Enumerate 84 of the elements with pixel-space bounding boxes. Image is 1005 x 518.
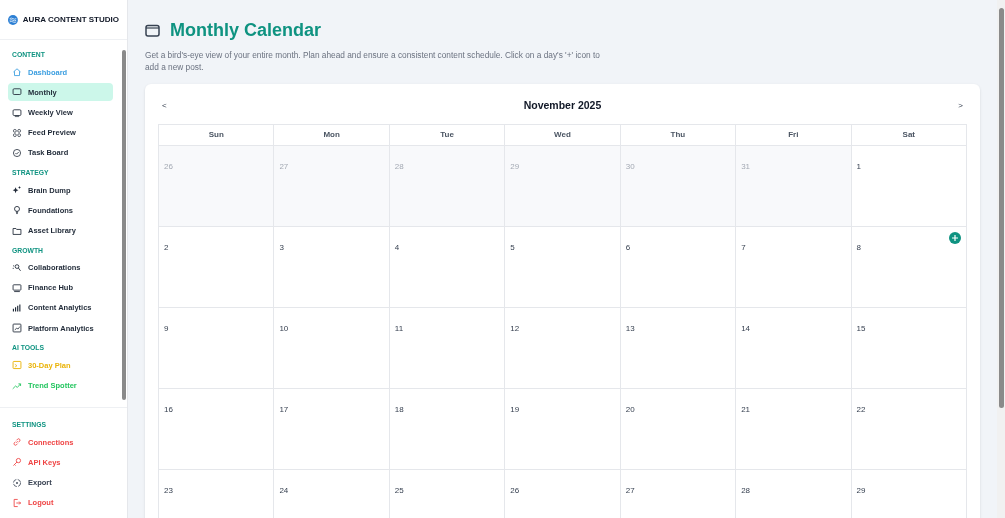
- day-number: 9: [164, 324, 169, 333]
- day-cell[interactable]: 8: [851, 227, 967, 308]
- bar-chart-icon: [12, 303, 22, 314]
- grid-icon: [12, 127, 22, 138]
- day-cell[interactable]: 19: [505, 389, 621, 470]
- day-number: 22: [856, 405, 866, 414]
- day-cell[interactable]: 11: [389, 308, 506, 389]
- day-number: 18: [394, 405, 404, 414]
- trend-up-icon: [12, 380, 22, 391]
- day-number: 17: [279, 405, 289, 414]
- page-scrollbar[interactable]: [997, 0, 1005, 518]
- day-number: 2: [164, 243, 169, 252]
- key-icon: [12, 457, 22, 468]
- day-cell[interactable]: 4: [389, 227, 506, 308]
- page-description: Get a bird's-eye view of your entire month. Plan ahead and ensure a consistent content schedule. Click on a day's '+' icon to add a new post.: [145, 49, 601, 73]
- day-number: 10: [279, 324, 289, 333]
- day-cell[interactable]: 18: [389, 389, 506, 470]
- folder-icon: [12, 225, 22, 236]
- day-cell[interactable]: 6: [620, 227, 737, 308]
- link-icon: [12, 437, 22, 448]
- day-cell[interactable]: 15: [851, 308, 967, 389]
- day-number: 27: [279, 162, 289, 171]
- monitor-icon: [12, 282, 22, 293]
- monitor-icon: [12, 107, 22, 118]
- day-number: 5: [510, 243, 515, 252]
- day-cell[interactable]: 2: [159, 227, 275, 308]
- day-cell[interactable]: 3: [274, 227, 390, 308]
- chart-icon: [12, 323, 22, 334]
- page-title: Monthly Calendar: [170, 19, 321, 42]
- home-icon: [12, 67, 22, 78]
- day-cell[interactable]: 17: [274, 389, 390, 470]
- day-number: 26: [164, 162, 173, 171]
- day-cell[interactable]: 21: [736, 389, 852, 470]
- day-cell[interactable]: 22: [851, 389, 967, 470]
- day-cell[interactable]: 1: [851, 146, 967, 227]
- day-cell[interactable]: 12: [505, 308, 621, 389]
- day-number: 8: [856, 243, 861, 252]
- day-number: 25: [394, 486, 404, 495]
- day-number: 20: [625, 405, 635, 414]
- day-number: 7: [741, 243, 746, 252]
- calendar-icon: [145, 24, 160, 37]
- day-cell[interactable]: 5: [505, 227, 621, 308]
- day-number: 29: [510, 162, 520, 171]
- day-cell[interactable]: 20: [620, 389, 737, 470]
- day-number: 1: [856, 162, 861, 171]
- day-number: 19: [510, 405, 520, 414]
- export-icon: [12, 477, 22, 488]
- day-number: 12: [510, 324, 520, 333]
- day-number: 4: [394, 243, 400, 252]
- add-icon[interactable]: [949, 232, 961, 244]
- next-month-button[interactable]: >: [958, 100, 963, 112]
- sparkles-icon: [12, 185, 22, 196]
- logout-icon: [12, 497, 22, 508]
- day-number: 23: [164, 486, 173, 495]
- search-person-icon: [12, 262, 22, 273]
- month-title: November 2025: [523, 98, 602, 114]
- day-number: 30: [625, 162, 635, 171]
- previous-month-button[interactable]: <: [162, 100, 167, 112]
- day-number: 28: [394, 162, 404, 171]
- day-number: 6: [625, 243, 631, 252]
- check-circle-icon: [12, 147, 22, 158]
- day-number: 31: [741, 162, 751, 171]
- day-cell[interactable]: 14: [736, 308, 852, 389]
- day-number: 27: [625, 486, 635, 495]
- day-number: 11: [394, 324, 404, 333]
- day-cell[interactable]: 13: [620, 308, 737, 389]
- day-number: 3: [279, 243, 284, 252]
- day-number: 24: [279, 486, 289, 495]
- day-number: 21: [741, 405, 751, 414]
- monitor-icon: [12, 87, 22, 98]
- day-number: 26: [510, 486, 520, 495]
- day-number: 29: [856, 486, 866, 495]
- day-number: 16: [164, 405, 173, 414]
- day-number: 28: [741, 486, 751, 495]
- day-cell[interactable]: 9: [159, 308, 275, 389]
- lightbulb-icon: [12, 205, 22, 216]
- day-number: 13: [625, 324, 635, 333]
- day-cell[interactable]: 16: [159, 389, 275, 470]
- brand-name: AURA CONTENT STUDIO: [22, 13, 119, 26]
- day-number: 15: [856, 324, 866, 333]
- day-cell[interactable]: 10: [274, 308, 390, 389]
- calendar-icon: [12, 360, 22, 371]
- day-cell[interactable]: 7: [736, 227, 852, 308]
- day-number: 14: [741, 324, 751, 333]
